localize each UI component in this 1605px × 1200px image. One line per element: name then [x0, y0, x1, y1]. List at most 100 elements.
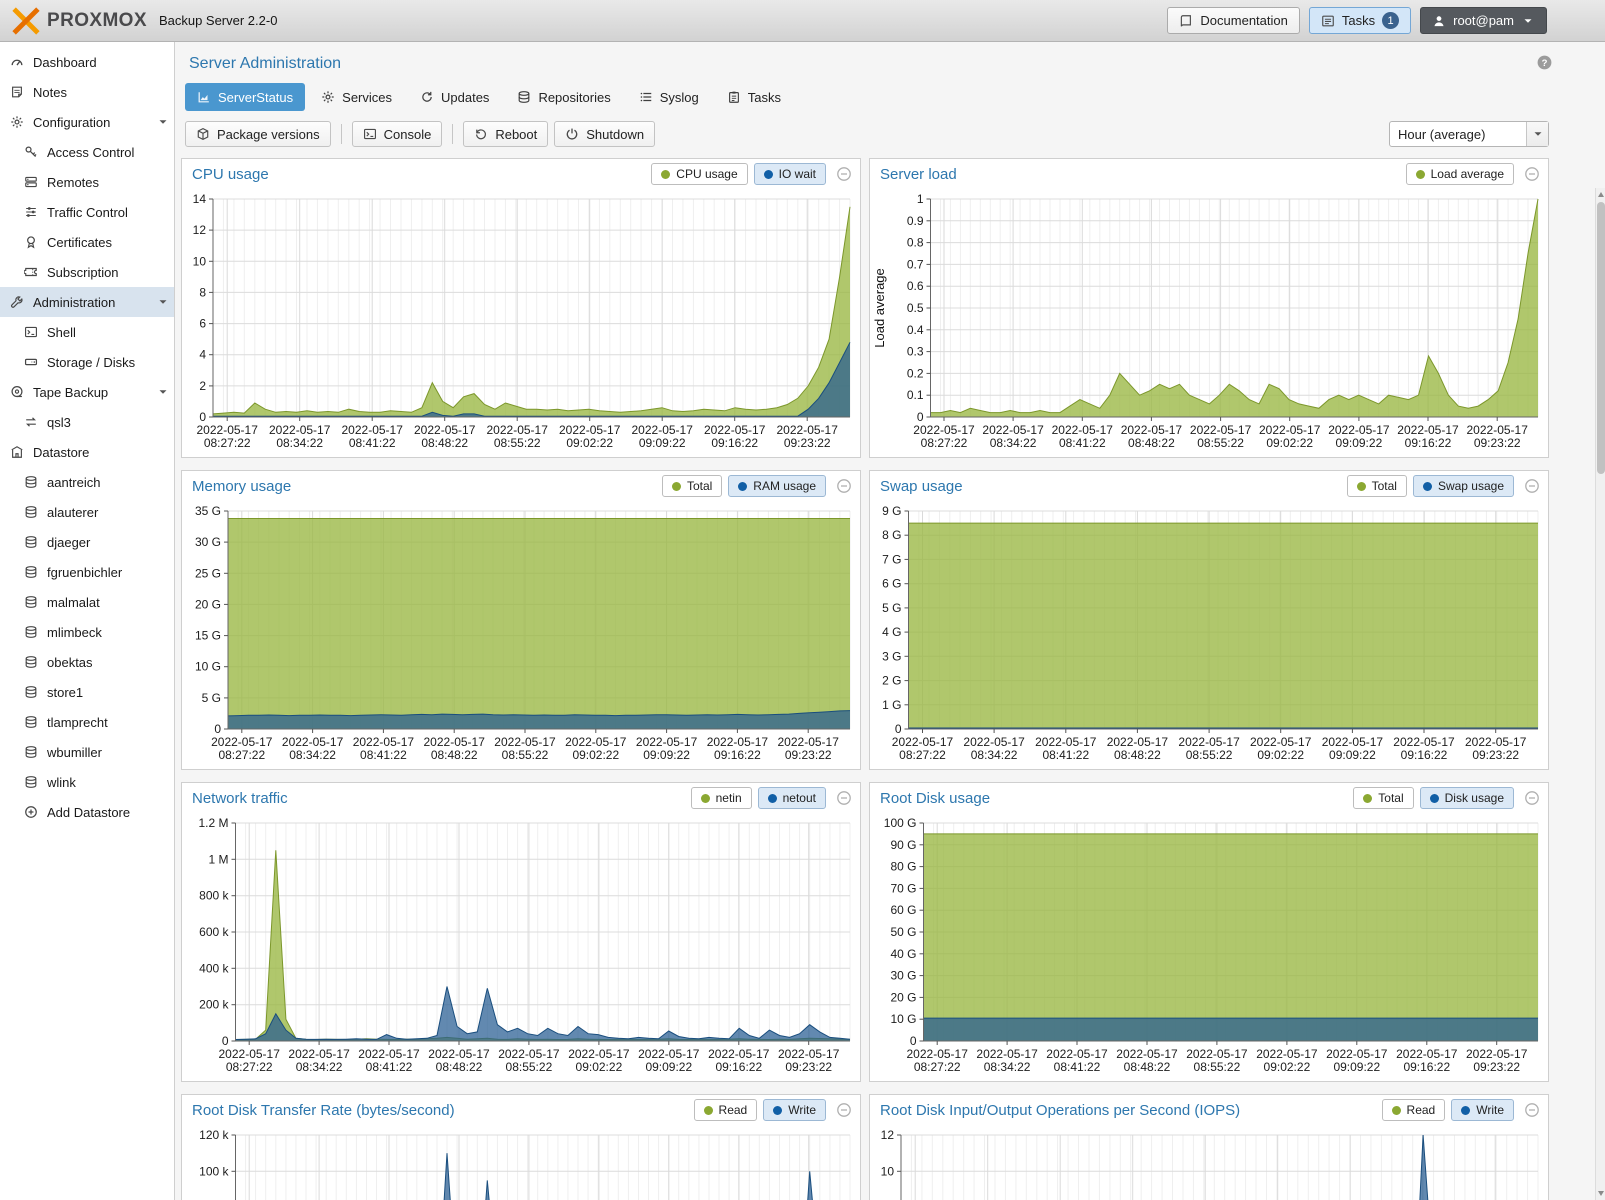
help-button[interactable]: [1536, 54, 1553, 74]
svg-text:7 G: 7 G: [882, 552, 901, 566]
sidebar-item-dashboard[interactable]: Dashboard: [0, 47, 174, 77]
collapse-panel-icon[interactable]: [1524, 790, 1540, 806]
svg-text:2022-05-17: 2022-05-17: [559, 423, 621, 437]
sidebar-item-storage-disks[interactable]: Storage / Disks: [0, 347, 174, 377]
tab-updates[interactable]: Updates: [408, 83, 501, 111]
svg-text:2022-05-17: 2022-05-17: [1328, 423, 1390, 437]
sidebar-item-administration[interactable]: Administration: [0, 287, 174, 317]
legend-ram-usage[interactable]: RAM usage: [728, 475, 826, 497]
reboot-button[interactable]: Reboot: [463, 121, 548, 147]
svg-text:2: 2: [199, 379, 206, 393]
collapse-panel-icon[interactable]: [1524, 478, 1540, 494]
sidebar-item-mlimbeck[interactable]: mlimbeck: [0, 617, 174, 647]
user-menu-button[interactable]: root@pam: [1420, 7, 1547, 34]
svg-text:09:09:22: 09:09:22: [645, 1060, 692, 1074]
documentation-button[interactable]: Documentation: [1167, 7, 1299, 34]
shutdown-button[interactable]: Shutdown: [554, 121, 655, 147]
scrollbar-thumb[interactable]: [1597, 202, 1605, 474]
svg-text:08:55:22: 08:55:22: [494, 436, 541, 450]
scrollbar-up-arrow[interactable]: [1598, 192, 1604, 197]
sidebar-item-alauterer[interactable]: alauterer: [0, 497, 174, 527]
legend-read[interactable]: Read: [1382, 1099, 1446, 1121]
sidebar-item-access-control[interactable]: Access Control: [0, 137, 174, 167]
tab-repositories[interactable]: Repositories: [505, 83, 622, 111]
legend-netin[interactable]: netin: [691, 787, 752, 809]
sidebar-item-djaeger[interactable]: djaeger: [0, 527, 174, 557]
package-versions-button[interactable]: Package versions: [185, 121, 331, 147]
legend-io-wait[interactable]: IO wait: [754, 163, 826, 185]
sidebar-item-configuration[interactable]: Configuration: [0, 107, 174, 137]
main-area: Server Administration ServerStatus Servi…: [175, 42, 1605, 1200]
sidebar-item-malmalat[interactable]: malmalat: [0, 587, 174, 617]
sidebar-item-label: Remotes: [47, 175, 99, 190]
svg-text:2022-05-17: 2022-05-17: [288, 1047, 350, 1061]
svg-text:0: 0: [199, 410, 206, 424]
tab-tasks[interactable]: Tasks: [715, 83, 793, 111]
legend-total[interactable]: Total: [1353, 787, 1413, 809]
sidebar-item-store1[interactable]: store1: [0, 677, 174, 707]
sidebar-item-tape-backup[interactable]: Tape Backup: [0, 377, 174, 407]
scrollbar-down-arrow[interactable]: [1598, 1191, 1604, 1196]
caret-down-icon[interactable]: [156, 385, 170, 399]
svg-text:2 G: 2 G: [882, 674, 901, 688]
sidebar-item-datastore[interactable]: Datastore: [0, 437, 174, 467]
legend-load-average[interactable]: Load average: [1406, 163, 1514, 185]
sidebar-item-label: wbumiller: [47, 745, 102, 760]
sidebar-item-traffic-control[interactable]: Traffic Control: [0, 197, 174, 227]
db-icon: [24, 745, 38, 759]
sidebar-item-certificates[interactable]: Certificates: [0, 227, 174, 257]
tab-syslog[interactable]: Syslog: [627, 83, 711, 111]
chart-legend: Read Write: [1382, 1099, 1514, 1121]
legend-disk-usage[interactable]: Disk usage: [1420, 787, 1514, 809]
sidebar-item-notes[interactable]: Notes: [0, 77, 174, 107]
sidebar-item-add-datastore[interactable]: Add Datastore: [0, 797, 174, 827]
sidebar-item-tlamprecht[interactable]: tlamprecht: [0, 707, 174, 737]
tab-label: Syslog: [660, 90, 699, 105]
sidebar-item-shell[interactable]: Shell: [0, 317, 174, 347]
brand-text: PROXMOX: [47, 10, 147, 32]
tab-services[interactable]: Services: [309, 83, 404, 111]
collapse-panel-icon[interactable]: [1524, 166, 1540, 182]
collapse-panel-icon[interactable]: [836, 166, 852, 182]
legend-netout[interactable]: netout: [758, 787, 826, 809]
sidebar-item-wlink[interactable]: wlink: [0, 767, 174, 797]
sidebar-item-fgruenbichler[interactable]: fgruenbichler: [0, 557, 174, 587]
tab-label: ServerStatus: [218, 90, 293, 105]
sidebar-item-aantreich[interactable]: aantreich: [0, 467, 174, 497]
collapse-panel-icon[interactable]: [836, 478, 852, 494]
tasks-button[interactable]: Tasks 1: [1309, 7, 1411, 34]
legend-write[interactable]: Write: [1451, 1099, 1514, 1121]
svg-text:30 G: 30 G: [195, 535, 221, 549]
sidebar-item-wbumiller[interactable]: wbumiller: [0, 737, 174, 767]
legend-cpu-usage[interactable]: CPU usage: [651, 163, 747, 185]
sidebar-item-qsl3[interactable]: qsl3: [0, 407, 174, 437]
legend-total[interactable]: Total: [1347, 475, 1407, 497]
vertical-scrollbar[interactable]: [1595, 188, 1605, 1200]
legend-dot: [1430, 794, 1439, 803]
collapse-panel-icon[interactable]: [1524, 1102, 1540, 1118]
caret-down-icon[interactable]: [156, 295, 170, 309]
combo-trigger[interactable]: [1526, 122, 1548, 146]
svg-text:400 k: 400 k: [199, 961, 229, 975]
sidebar-item-obektas[interactable]: obektas: [0, 647, 174, 677]
chart-canvas-rootdisk: 010 G20 G30 G40 G50 G60 G70 G80 G90 G100…: [870, 813, 1548, 1081]
svg-text:120 k: 120 k: [199, 1128, 229, 1142]
list-icon: [639, 90, 653, 104]
svg-text:08:27:22: 08:27:22: [204, 436, 251, 450]
sidebar-item-remotes[interactable]: Remotes: [0, 167, 174, 197]
svg-text:200 k: 200 k: [199, 998, 229, 1012]
tab-serverstatus[interactable]: ServerStatus: [185, 83, 305, 111]
legend-write[interactable]: Write: [763, 1099, 826, 1121]
svg-text:2022-05-17: 2022-05-17: [708, 1047, 770, 1061]
collapse-panel-icon[interactable]: [836, 1102, 852, 1118]
console-button[interactable]: Console: [352, 121, 443, 147]
time-range-select[interactable]: Hour (average): [1389, 121, 1549, 147]
caret-down-icon[interactable]: [156, 115, 170, 129]
legend-read[interactable]: Read: [694, 1099, 758, 1121]
legend-dot: [672, 482, 681, 491]
collapse-panel-icon[interactable]: [836, 790, 852, 806]
legend-swap-usage[interactable]: Swap usage: [1413, 475, 1514, 497]
svg-text:09:16:22: 09:16:22: [1401, 748, 1448, 762]
legend-total[interactable]: Total: [662, 475, 722, 497]
sidebar-item-subscription[interactable]: Subscription: [0, 257, 174, 287]
